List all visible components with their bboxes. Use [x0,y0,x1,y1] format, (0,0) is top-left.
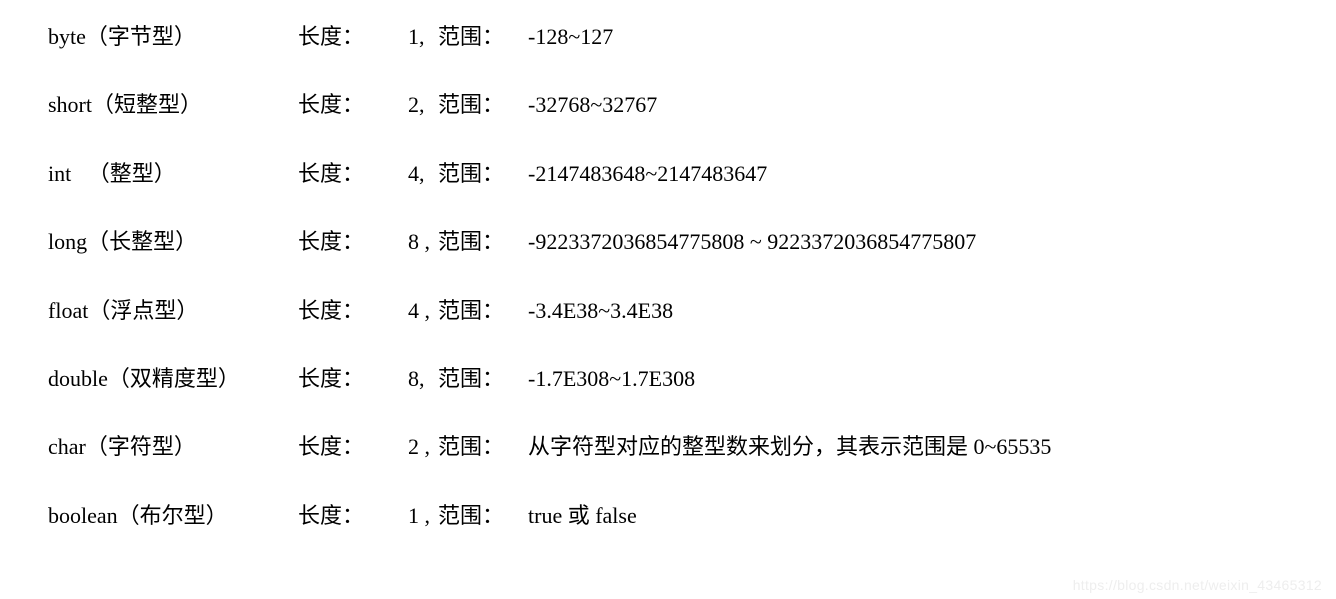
type-cell: byte（字节型） [48,24,298,50]
range-label: 范围： [438,229,528,255]
type-en: int [48,161,71,186]
row-boolean: boolean（布尔型） 长度： 1 , 范围： true 或 false [48,503,1336,529]
range-value: -9223372036854775808 ~ 92233720368547758… [528,229,976,255]
type-cn: （字符型） [86,434,196,459]
type-cell: double（双精度型） [48,366,298,392]
watermark-text: https://blog.csdn.net/weixin_43465312 [1073,577,1322,593]
range-label: 范围： [438,92,528,118]
range-value: -128~127 [528,24,613,50]
range-label: 范围： [438,161,528,187]
type-cell: short（短整型） [48,92,298,118]
length-label: 长度： [298,503,408,529]
type-cn: （短整型） [92,92,202,117]
document-page: byte（字节型） 长度： 1, 范围： -128~127 short（短整型）… [0,0,1336,599]
length-label: 长度： [298,229,408,255]
range-value: -32768~32767 [528,92,657,118]
type-cell: boolean（布尔型） [48,503,298,529]
row-char: char（字符型） 长度： 2 , 范围： 从字符型对应的整型数来划分，其表示范… [48,434,1336,460]
length-label: 长度： [298,92,408,118]
type-en: char [48,434,86,459]
range-value: -1.7E308~1.7E308 [528,366,695,392]
range-label: 范围： [438,298,528,324]
row-byte: byte（字节型） 长度： 1, 范围： -128~127 [48,24,1336,50]
length-value: 8, [408,366,438,392]
type-en: long [48,229,87,254]
range-value: 从字符型对应的整型数来划分，其表示范围是 0~65535 [528,434,1051,460]
type-cn: （双精度型） [108,366,240,391]
length-label: 长度： [298,434,408,460]
row-double: double（双精度型） 长度： 8, 范围： -1.7E308~1.7E308 [48,366,1336,392]
range-value: true 或 false [528,503,637,529]
type-cn: （浮点型） [88,298,198,323]
type-cell: int （整型） [48,161,298,187]
length-value: 4, [408,161,438,187]
length-value: 1 , [408,503,438,529]
type-cn: （整型） [88,161,176,186]
range-value: -3.4E38~3.4E38 [528,298,673,324]
range-value: -2147483648~2147483647 [528,161,767,187]
type-cell: float（浮点型） [48,298,298,324]
type-en: boolean [48,503,118,528]
row-short: short（短整型） 长度： 2, 范围： -32768~32767 [48,92,1336,118]
length-value: 2, [408,92,438,118]
range-label: 范围： [438,24,528,50]
type-cn: （布尔型） [118,503,228,528]
length-label: 长度： [298,366,408,392]
length-value: 2 , [408,434,438,460]
range-label: 范围： [438,503,528,529]
type-cn: （字节型） [86,24,196,49]
type-en: short [48,92,92,117]
range-label: 范围： [438,366,528,392]
length-value: 1, [408,24,438,50]
row-int: int （整型） 长度： 4, 范围： -2147483648~21474836… [48,161,1336,187]
type-en: float [48,298,88,323]
row-long: long（长整型） 长度： 8 , 范围： -92233720368547758… [48,229,1336,255]
length-label: 长度： [298,298,408,324]
length-value: 8 , [408,229,438,255]
type-en: double [48,366,108,391]
length-value: 4 , [408,298,438,324]
type-en: byte [48,24,86,49]
range-label: 范围： [438,434,528,460]
type-cell: long（长整型） [48,229,298,255]
row-float: float（浮点型） 长度： 4 , 范围： -3.4E38~3.4E38 [48,298,1336,324]
type-cn: （长整型） [87,229,197,254]
length-label: 长度： [298,24,408,50]
type-cell: char（字符型） [48,434,298,460]
length-label: 长度： [298,161,408,187]
